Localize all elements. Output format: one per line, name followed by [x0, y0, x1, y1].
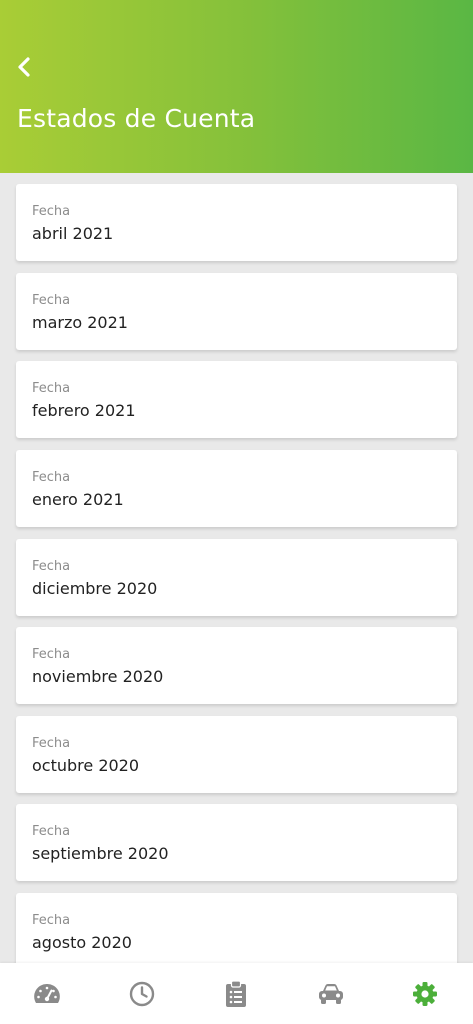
date-value: noviembre 2020	[32, 667, 164, 686]
nav-item-dashboard[interactable]	[0, 963, 94, 1024]
chevron-left-icon	[18, 57, 30, 77]
date-label: Fecha	[32, 204, 71, 219]
date-value: febrero 2021	[32, 401, 136, 420]
date-value: abril 2021	[32, 224, 114, 243]
statement-card[interactable]: Fecha diciembre 2020	[16, 539, 457, 616]
statement-card[interactable]: Fecha octubre 2020	[16, 716, 457, 793]
date-label: Fecha	[32, 381, 71, 396]
nav-item-history[interactable]	[95, 963, 189, 1024]
date-value: enero 2021	[32, 490, 124, 509]
date-value: octubre 2020	[32, 756, 140, 775]
date-label: Fecha	[32, 824, 71, 839]
date-value: septiembre 2020	[32, 844, 169, 863]
statement-card[interactable]: Fecha agosto 2020	[16, 893, 457, 963]
speedometer-icon	[34, 983, 60, 1003]
nav-item-tasks[interactable]	[189, 963, 283, 1024]
bottom-nav	[0, 963, 473, 1024]
date-label: Fecha	[32, 470, 71, 485]
date-label: Fecha	[32, 913, 71, 928]
date-value: agosto 2020	[32, 933, 132, 952]
page-title: Estados de Cuenta	[17, 104, 256, 133]
back-button[interactable]	[12, 54, 36, 80]
gear-icon	[413, 981, 437, 1006]
statement-card[interactable]: Fecha septiembre 2020	[16, 804, 457, 881]
date-label: Fecha	[32, 293, 71, 308]
nav-item-vehicles[interactable]	[284, 963, 378, 1024]
statement-card[interactable]: Fecha febrero 2021	[16, 361, 457, 438]
statement-card[interactable]: Fecha noviembre 2020	[16, 627, 457, 704]
date-value: diciembre 2020	[32, 579, 158, 598]
date-value: marzo 2021	[32, 313, 128, 332]
nav-item-settings[interactable]	[378, 963, 472, 1024]
clock-icon	[129, 981, 155, 1006]
car-icon	[319, 983, 343, 1004]
date-label: Fecha	[32, 559, 71, 574]
statement-card[interactable]: Fecha abril 2021	[16, 184, 457, 261]
date-label: Fecha	[32, 647, 71, 662]
header-bar: Estados de Cuenta	[0, 0, 473, 173]
statement-list[interactable]: Fecha abril 2021 Fecha marzo 2021 Fecha …	[0, 173, 473, 963]
statement-card[interactable]: Fecha enero 2021	[16, 450, 457, 527]
statement-card[interactable]: Fecha marzo 2021	[16, 273, 457, 350]
clipboard-list-icon	[226, 979, 246, 1007]
date-label: Fecha	[32, 736, 71, 751]
